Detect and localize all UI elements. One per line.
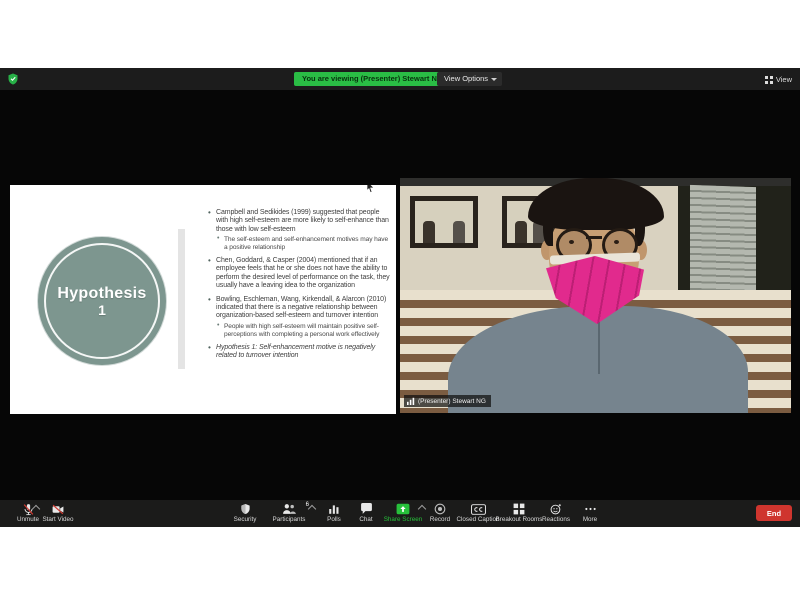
more-ellipsis-icon [584,503,597,515]
share-screen-icon [396,503,410,515]
start-video-label: Start Video [42,516,73,523]
view-grid-icon [765,76,773,84]
signal-bars-icon [407,397,415,405]
chat-label: Chat [359,516,372,523]
record-icon [434,503,446,515]
glasses-bridge [586,236,602,239]
bullet-hypothesis-1: Hypothesis 1: Self-enhancement motive is… [208,344,392,361]
security-label: Security [234,516,257,523]
presenter-name-label: (Presenter) Stewart NG [418,398,486,405]
bullet-campbell: Campbell and Sedikides (1999) suggested … [208,209,392,234]
more-label: More [583,516,597,523]
hypothesis-circle-title: Hypothesis [57,285,146,303]
participants-label: Participants [273,516,306,523]
mouse-cursor-icon [366,185,375,193]
view-button[interactable]: View [765,73,792,86]
end-meeting-button[interactable]: End [756,505,792,521]
security-shield-icon [240,503,251,515]
closed-caption-icon [471,503,486,515]
presenter-video-tile: (Presenter) Stewart NG [400,178,791,413]
slide-divider-strip [178,229,185,369]
breakout-rooms-grid-icon [513,503,525,515]
bullet-self-esteem-motives: The self-esteem and self-enhancement mot… [208,236,392,252]
zoom-meeting-screenshot: You are viewing (Presenter) Stewart NG's… [0,0,800,600]
participant-name-tag: (Presenter) Stewart NG [404,395,491,407]
view-options-button[interactable]: View Options [437,72,502,86]
meeting-topbar: You are viewing (Presenter) Stewart NG's… [0,68,800,90]
start-video-button[interactable]: Start Video [28,503,88,523]
zoom-window: You are viewing (Presenter) Stewart NG's… [0,68,800,527]
encryption-shield-icon [7,73,19,85]
wall-photo-frame-left [410,196,478,248]
chat-bubble-icon [360,503,373,515]
view-button-label: View [776,75,792,84]
slide-bullet-list: Campbell and Sedikides (1999) suggested … [208,209,392,365]
meeting-toolbar: Unmute Start Video [0,500,800,527]
bullet-high-self-esteem: People with high self-esteem will mainta… [208,323,392,339]
more-button[interactable]: More [560,503,620,523]
shared-screen-slide: Hypothesis 1 Campbell and Sedikides (199… [10,185,396,414]
participants-icon [282,503,297,515]
window-blinds [690,185,756,301]
presenter-hair [543,218,553,246]
hypothesis-circle: Hypothesis 1 [38,237,166,365]
camera-off-icon [51,503,65,515]
bullet-bowling: Bowling, Eschleman, Wang, Kirkendall, & … [208,296,392,321]
bullet-chen: Chen, Goddard, & Casper (2004) mentioned… [208,257,392,291]
hypothesis-circle-number: 1 [98,302,106,318]
